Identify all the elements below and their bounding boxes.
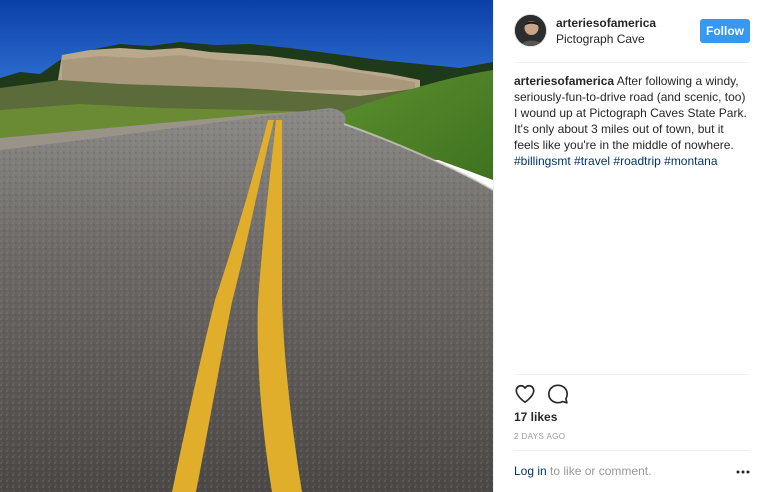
login-prompt: Log in to like or comment. (514, 464, 750, 480)
caption-username-link[interactable]: arteriesofamerica (514, 74, 614, 88)
post-timestamp: 2 DAYS AGO (514, 432, 566, 441)
hashtag-link[interactable]: #montana (664, 154, 717, 168)
header-divider (514, 62, 750, 63)
road-photo (0, 0, 493, 492)
heart-icon[interactable] (514, 383, 536, 405)
avatar-image (515, 15, 546, 46)
post-photo[interactable] (0, 0, 493, 492)
actions-divider (514, 374, 750, 375)
location-link[interactable]: Pictograph Cave (556, 32, 645, 46)
comment-icon[interactable] (547, 383, 569, 405)
instagram-post: arteriesofamerica Pictograph Cave Follow… (0, 0, 768, 492)
username-link[interactable]: arteriesofamerica (556, 16, 656, 30)
hashtag-link[interactable]: #roadtrip (613, 154, 660, 168)
hashtag-link[interactable]: #billingsmt (514, 154, 571, 168)
avatar[interactable] (514, 14, 547, 47)
likes-count[interactable]: 17 likes (514, 410, 557, 424)
post-actions (514, 383, 750, 405)
post-header: arteriesofamerica Pictograph Cave Follow (514, 14, 750, 50)
more-options-icon[interactable] (736, 466, 750, 478)
post-caption: arteriesofamerica After following a wind… (514, 73, 750, 169)
post-side-panel: arteriesofamerica Pictograph Cave Follow… (493, 0, 768, 492)
hashtag-link[interactable]: #travel (574, 154, 610, 168)
login-link[interactable]: Log in (514, 464, 547, 478)
follow-button[interactable]: Follow (700, 19, 750, 43)
login-prompt-text: to like or comment. (546, 464, 652, 478)
footer-divider (514, 450, 750, 451)
